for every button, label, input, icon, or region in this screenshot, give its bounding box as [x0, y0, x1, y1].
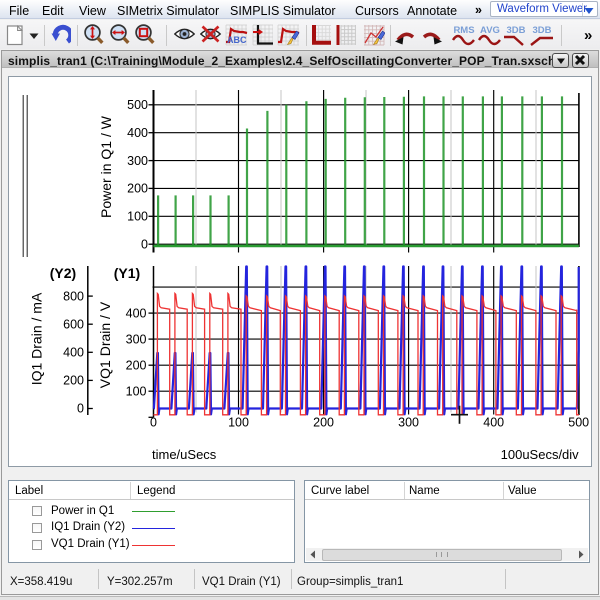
svg-text:800: 800	[63, 289, 84, 303]
svg-text:400: 400	[126, 306, 147, 320]
svg-text:(Y2): (Y2)	[50, 265, 76, 281]
svg-text:AVG: AVG	[480, 25, 500, 36]
svg-text:3DB: 3DB	[506, 25, 525, 36]
svg-text:0: 0	[77, 402, 84, 416]
svg-text:time/uSecs: time/uSecs	[152, 447, 217, 462]
svg-text:(Y1): (Y1)	[114, 265, 140, 281]
svg-text:300: 300	[127, 154, 148, 168]
svg-text:100: 100	[228, 416, 249, 430]
svg-text:200: 200	[63, 374, 84, 388]
svg-text:200: 200	[313, 416, 334, 430]
svg-text:400: 400	[127, 126, 148, 140]
svg-text:100: 100	[126, 384, 147, 398]
svg-text:RMS: RMS	[453, 25, 474, 36]
svg-text:ABC: ABC	[227, 35, 247, 45]
svg-text:0: 0	[141, 237, 148, 251]
svg-text:200: 200	[127, 182, 148, 196]
svg-text:300: 300	[398, 416, 419, 430]
svg-text:100uSecs/div: 100uSecs/div	[501, 447, 580, 462]
svg-text:3DB: 3DB	[532, 25, 551, 36]
svg-text:0: 0	[150, 416, 157, 430]
svg-text:IQ1 Drain / mA: IQ1 Drain / mA	[29, 292, 45, 385]
svg-text:600: 600	[63, 317, 84, 331]
svg-text:200: 200	[126, 358, 147, 372]
svg-text:Power in Q1 / W: Power in Q1 / W	[98, 115, 114, 218]
svg-text:400: 400	[483, 416, 504, 430]
svg-text:VQ1 Drain / V: VQ1 Drain / V	[97, 301, 113, 388]
svg-text:300: 300	[126, 332, 147, 346]
svg-text:500: 500	[568, 416, 589, 430]
svg-text:500: 500	[127, 98, 148, 112]
svg-text:100: 100	[127, 210, 148, 224]
svg-text:400: 400	[63, 346, 84, 360]
